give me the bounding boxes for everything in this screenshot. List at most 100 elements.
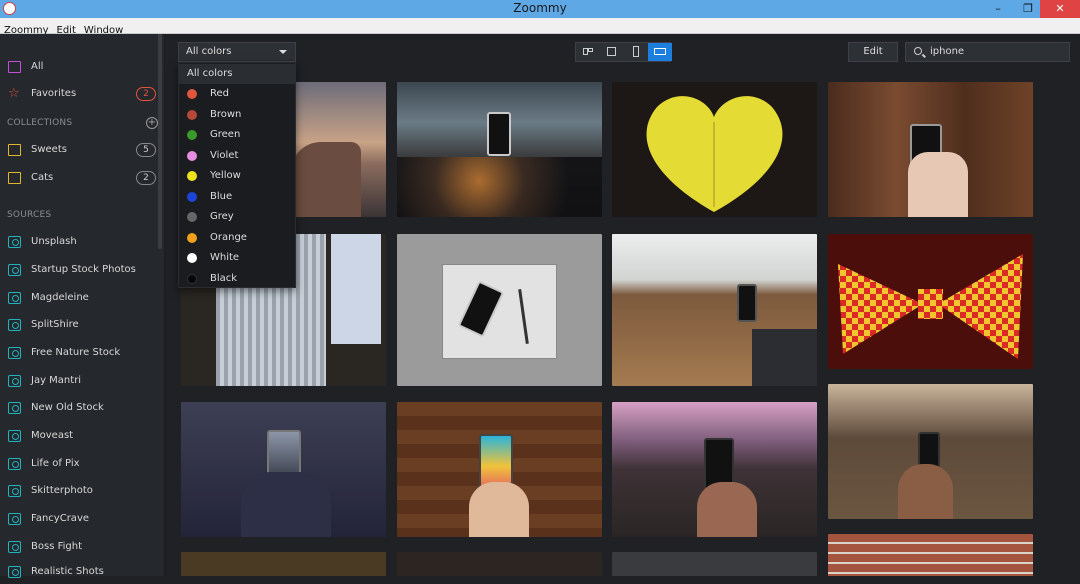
photo-thumbnail[interactable] [397,82,602,217]
sidebar-item-source[interactable]: Unsplash [0,230,162,254]
sidebar-item-label: Unsplash [31,236,77,247]
color-option-yellow[interactable]: Yellow [179,166,295,186]
photo-thumbnail[interactable] [612,234,817,386]
color-dropdown-menu: All colors Red Brown Green Violet Yellow… [178,62,296,288]
color-swatch [187,110,197,120]
add-collection-icon[interactable]: + [146,117,158,129]
photo-thumbnail[interactable] [828,234,1033,369]
camera-icon [8,430,21,442]
bow-tie [838,254,1023,359]
grid-view-icon-part [588,48,593,52]
sidebar-item-label: Moveast [31,430,74,441]
search-icon [914,47,922,55]
hand-shape [697,482,757,537]
close-button[interactable]: ✕ [1040,0,1080,18]
hand-shape [908,152,968,217]
camera-icon [8,541,21,553]
sidebar-item-label: Free Nature Stock [31,347,121,358]
sidebar-item-source[interactable]: Realistic Shots [0,560,162,584]
sidebar-item-label: Favorites [31,88,77,99]
color-swatch [187,253,197,263]
color-option-white[interactable]: White [179,248,295,268]
sidebar-item-source[interactable]: Free Nature Stock [0,341,162,365]
phone-shape [737,284,757,322]
camera-icon [8,375,21,387]
photo-thumbnail[interactable] [612,82,817,217]
photo-thumbnail[interactable] [612,402,817,537]
camera-icon [8,236,21,248]
photo-thumbnail[interactable] [181,552,386,576]
sidebar-item-label: FancyCrave [31,513,90,524]
camera-icon [8,402,21,414]
sidebar-item-cats[interactable]: Cats 2 [0,166,162,190]
sidebar-item-label: Cats [31,172,54,183]
photo-thumbnail[interactable] [397,234,602,386]
landscape-view-button[interactable] [648,43,672,61]
edit-button[interactable]: Edit [848,42,898,62]
sidebar-item-label: Sweets [31,144,67,155]
grid-view-button[interactable] [576,43,600,61]
sidebar-item-label: Skitterphoto [31,485,93,496]
photo-thumbnail[interactable] [397,402,602,537]
sidebar-item-source[interactable]: Moveast [0,424,162,448]
camera-icon [8,292,21,304]
collections-header: COLLECTIONS [7,118,73,128]
color-option-all[interactable]: All colors [179,64,295,84]
sidebar-item-source[interactable]: FancyCrave [0,507,162,531]
color-option-red[interactable]: Red [179,84,295,104]
photo-thumbnail[interactable] [181,402,386,537]
photo-thumbnail[interactable] [397,552,602,576]
portrait-view-icon [633,46,639,57]
sidebar-item-source[interactable]: SplitShire [0,313,162,337]
camera-icon [8,347,21,359]
photo-thumbnail[interactable] [828,82,1033,217]
chevron-down-icon [279,50,287,54]
color-filter-select[interactable]: All colors [178,42,296,62]
sidebar-item-label: SplitShire [31,319,79,330]
photo-grid [166,72,1080,576]
color-option-label: White [210,252,240,263]
star-icon: ☆ [8,86,20,101]
sidebar-item-source[interactable]: Jay Mantri [0,369,162,393]
sidebar-item-source[interactable]: Life of Pix [0,452,162,476]
hand-shape [241,472,331,537]
all-icon [8,61,21,73]
sidebar-item-favorites[interactable]: ☆ Favorites 2 [0,82,162,106]
color-option-green[interactable]: Green [179,125,295,145]
sidebar-item-source[interactable]: Boss Fight [0,535,162,559]
portrait-view-button[interactable] [624,43,648,61]
color-swatch [187,89,197,99]
color-option-label: Green [210,129,241,140]
color-option-brown[interactable]: Brown [179,105,295,125]
minimize-button[interactable]: – [984,0,1012,18]
sidebar-item-source[interactable]: Startup Stock Photos [0,258,162,282]
single-view-button[interactable] [600,43,624,61]
camera-icon [8,458,21,470]
photo-thumbnail[interactable] [828,534,1033,576]
menu-bar: Zoommy Edit Window [0,18,1080,36]
restore-button[interactable]: ❐ [1014,0,1042,18]
color-option-label: Yellow [210,170,241,181]
camera-icon [8,264,21,276]
hand-shape [469,482,529,537]
color-option-violet[interactable]: Violet [179,146,295,166]
color-option-label: Brown [210,109,242,120]
photo-thumbnail[interactable] [612,552,817,576]
color-option-orange[interactable]: Orange [179,228,295,248]
sidebar-item-source[interactable]: New Old Stock [0,396,162,420]
color-swatch [187,233,197,243]
color-swatch [187,171,197,181]
sleeve-shape [331,234,381,344]
photo-thumbnail[interactable] [828,384,1033,519]
sidebar-item-source[interactable]: Skitterphoto [0,479,162,503]
sidebar-item-sweets[interactable]: Sweets 5 [0,138,162,162]
sidebar-item-source[interactable]: Magdeleine [0,286,162,310]
color-filter-value: All colors [186,46,232,57]
color-option-grey[interactable]: Grey [179,207,295,227]
folder-icon [8,172,21,184]
sidebar-item-all[interactable]: All [0,55,162,79]
color-option-black[interactable]: Black [179,269,295,289]
sidebar-item-label: Magdeleine [31,292,89,303]
search-input[interactable]: iphone [905,42,1070,62]
color-option-blue[interactable]: Blue [179,187,295,207]
